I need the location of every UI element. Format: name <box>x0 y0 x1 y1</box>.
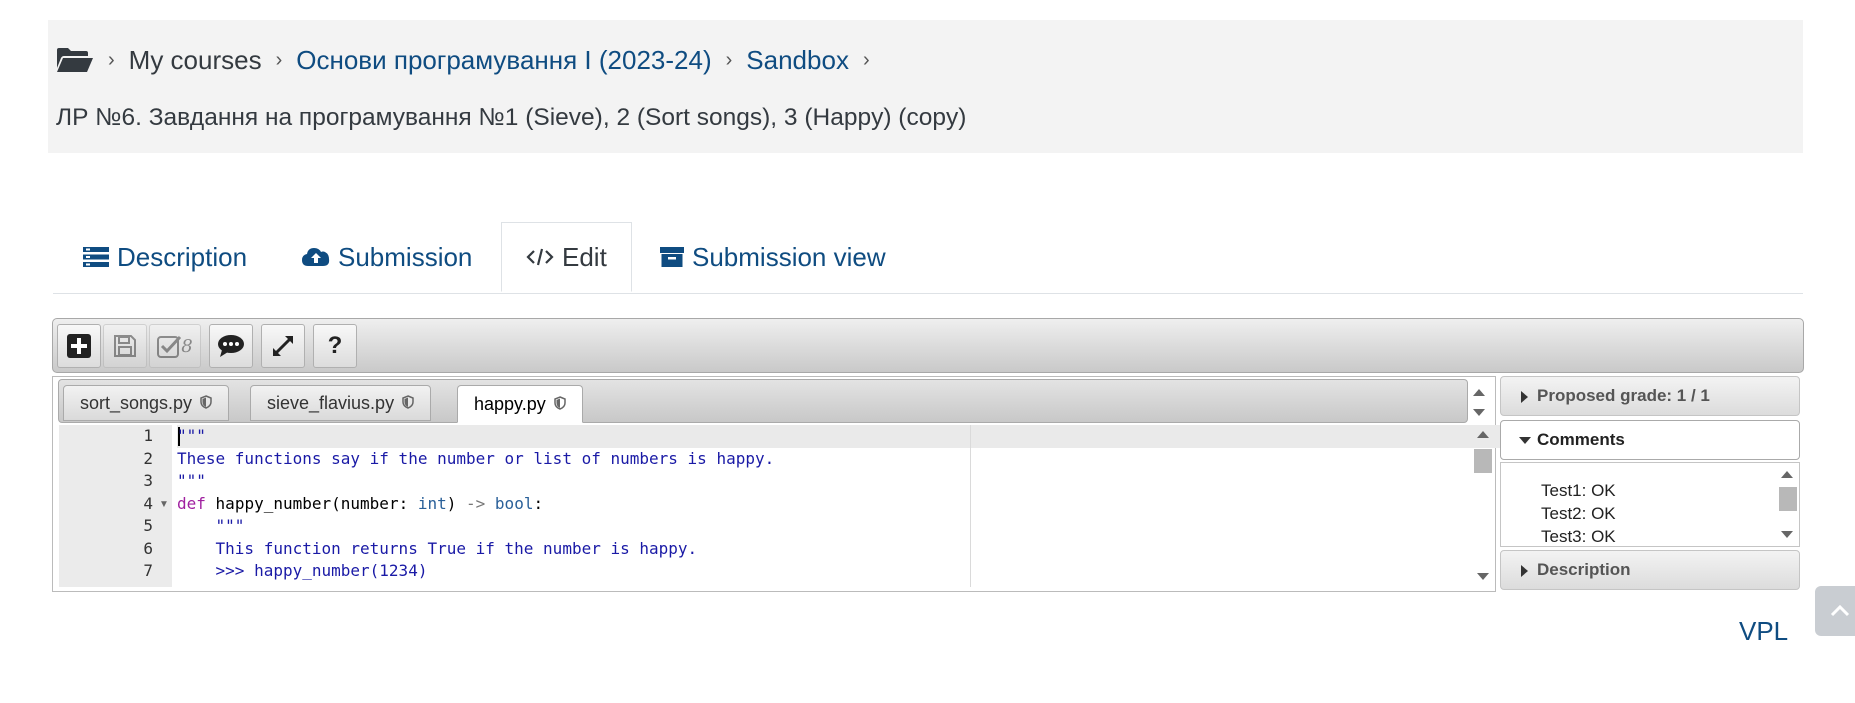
comments-header[interactable]: Comments <box>1500 420 1800 460</box>
code-line: """ <box>177 516 245 535</box>
breadcrumb-course[interactable]: Основи програмування I (2023-24) <box>296 45 711 76</box>
scroll-up-icon[interactable] <box>1477 431 1489 438</box>
breadcrumb-my-courses[interactable]: My courses <box>129 45 262 76</box>
file-tab-happy[interactable]: happy.py <box>457 385 583 423</box>
code-line: This function returns True if the number… <box>177 538 698 558</box>
cloud-upload-icon <box>302 248 330 266</box>
file-tab-label: sort_songs.py <box>80 392 193 413</box>
shield-icon <box>402 393 414 414</box>
save-icon <box>114 335 136 357</box>
tab-edit[interactable]: Edit <box>501 222 632 292</box>
page-title: ЛР №6. Завдання на програмування №1 (Sie… <box>56 104 967 131</box>
file-tab-sieve-flavius[interactable]: sieve_flavius.py <box>250 385 432 421</box>
line-number: 7 <box>143 561 153 580</box>
caret-right-icon <box>1521 391 1528 403</box>
tab-edit-label: Edit <box>562 241 607 272</box>
line-number: 1 <box>143 426 153 445</box>
tab-submission-label: Submission <box>338 241 473 272</box>
line-number: 6 <box>143 538 153 558</box>
file-tab-label: sieve_flavius.py <box>267 392 395 413</box>
scroll-thumb[interactable] <box>1779 487 1797 511</box>
caret-down-icon <box>1519 437 1531 444</box>
plus-square-icon <box>67 334 91 358</box>
scroll-thumb[interactable] <box>1474 449 1492 473</box>
scroll-up-icon[interactable] <box>1781 471 1793 478</box>
list-icon <box>83 247 109 267</box>
file-tabs-scroll[interactable] <box>1471 381 1487 423</box>
comments-button[interactable] <box>209 324 253 368</box>
chevron-right-icon: › <box>275 48 283 71</box>
code-line: """ <box>177 426 206 445</box>
breadcrumb-sandbox[interactable]: Sandbox <box>746 45 849 76</box>
code-line: def happy_number(number: int) -> bool: <box>177 493 544 513</box>
editor-scrollbar[interactable] <box>1471 425 1493 587</box>
code-icon <box>526 248 554 266</box>
chevron-right-icon: › <box>725 48 733 71</box>
comments-body: Test1: OK Test2: OK Test3: OK <box>1500 462 1800 547</box>
expand-icon <box>273 336 293 356</box>
scroll-up-icon[interactable] <box>1473 389 1485 396</box>
help-button[interactable]: ? <box>313 324 357 368</box>
code-line: """ <box>177 471 206 490</box>
archive-icon <box>660 247 684 267</box>
back-to-top-button[interactable] <box>1815 586 1855 636</box>
line-gutter: 1 2 3 4 ▼ 5 6 7 <box>59 425 172 587</box>
shield-icon <box>553 394 566 415</box>
comment-line: Test2: OK <box>1541 504 1616 523</box>
breadcrumb: › My courses › Основи програмування I (2… <box>56 42 884 78</box>
fullscreen-button[interactable] <box>261 324 305 368</box>
line-number: 3 <box>143 471 153 490</box>
file-tab-sort-songs[interactable]: sort_songs.py <box>63 385 230 421</box>
chevron-right-icon: › <box>862 48 870 71</box>
description-title: Description <box>1537 560 1631 579</box>
proposed-grade-header[interactable]: Proposed grade: 1 / 1 <box>1500 376 1800 416</box>
save-button[interactable] <box>103 324 147 368</box>
evaluate-button[interactable]: 8 <box>149 324 201 368</box>
editor-toolbar: 8 ? <box>52 318 1804 373</box>
code-line: These functions say if the number or lis… <box>177 448 775 468</box>
comment-line: Test1: OK <box>1541 481 1616 500</box>
scroll-down-icon[interactable] <box>1473 409 1485 416</box>
file-tabs: sort_songs.py sieve_flavius.py happy.py <box>58 379 1468 423</box>
line-number: 4 <box>143 493 153 513</box>
line-number: 5 <box>143 516 153 535</box>
vpl-link[interactable]: VPL <box>1739 616 1788 647</box>
tab-description-label: Description <box>117 241 248 272</box>
print-margin <box>970 425 971 587</box>
caret-right-icon <box>1521 565 1528 577</box>
tab-description[interactable]: Description <box>83 222 247 292</box>
scroll-down-icon[interactable] <box>1477 573 1489 580</box>
file-tab-label: happy.py <box>474 393 546 414</box>
active-line-highlight <box>177 425 1517 448</box>
comment-icon <box>218 335 244 357</box>
activity-tabs: Description Submission Edit Submission v… <box>53 222 1803 294</box>
code-editor-panel: sort_songs.py sieve_flavius.py happy.py … <box>52 376 1517 592</box>
chevron-up-icon <box>1830 605 1850 617</box>
line-number: 2 <box>143 448 153 468</box>
comments-title: Comments <box>1537 430 1625 449</box>
shield-icon <box>200 393 212 414</box>
fold-arrow-icon[interactable]: ▼ <box>159 499 169 510</box>
description-header[interactable]: Description <box>1500 550 1800 590</box>
check-square-icon <box>157 335 182 358</box>
evaluate-count: 8 <box>181 335 193 357</box>
tab-submission[interactable]: Submission <box>302 222 472 292</box>
comments-scrollbar[interactable] <box>1777 465 1797 544</box>
comment-line: Test3: OK <box>1541 527 1616 546</box>
code-area[interactable]: """ These functions say if the number or… <box>177 425 1517 587</box>
code-line: >>> happy_number(1234) <box>177 561 428 580</box>
folder-open-icon[interactable] <box>56 46 94 74</box>
tab-submission-view-label: Submission view <box>692 241 886 272</box>
new-file-button[interactable] <box>57 324 101 368</box>
page-header: › My courses › Основи програмування I (2… <box>48 20 1803 153</box>
tab-submission-view[interactable]: Submission view <box>660 222 886 292</box>
scroll-down-icon[interactable] <box>1781 531 1793 538</box>
proposed-grade-label: Proposed grade: 1 / 1 <box>1537 386 1710 405</box>
question-icon: ? <box>327 332 343 359</box>
chevron-right-icon: › <box>108 48 115 71</box>
